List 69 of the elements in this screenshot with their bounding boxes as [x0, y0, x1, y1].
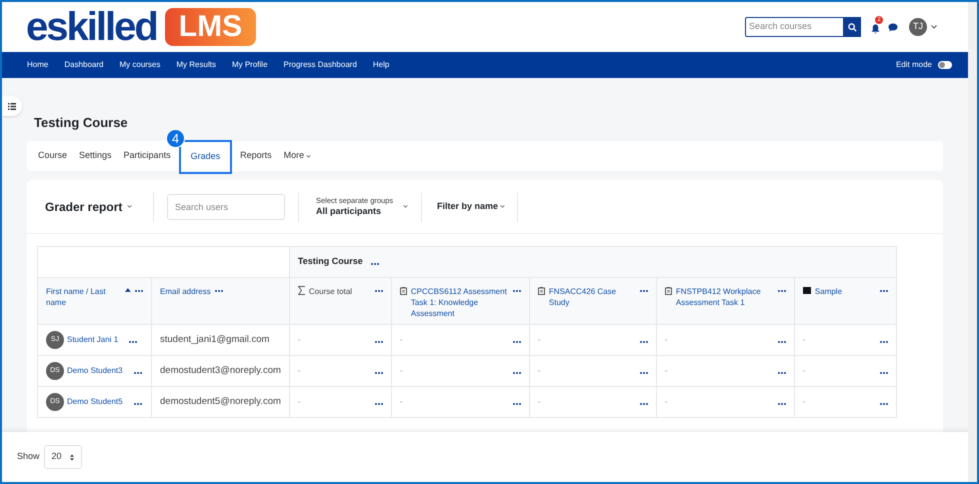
- step-callout: 4: [166, 129, 185, 148]
- course-tab[interactable]: Reports: [236, 141, 276, 171]
- clipboard-icon: [538, 287, 545, 295]
- column-header-link[interactable]: Sample: [814, 286, 876, 297]
- nav-link[interactable]: Dashboard: [64, 59, 104, 71]
- student-name-link[interactable]: Demo Student3: [67, 365, 123, 377]
- column-header-link[interactable]: Email address: [160, 286, 211, 297]
- grade-cell: -: [538, 334, 541, 346]
- list-icon: [8, 102, 16, 110]
- nav-link[interactable]: My Results: [176, 59, 216, 71]
- bell-icon: [871, 24, 880, 34]
- nav-link[interactable]: Progress Dashboard: [284, 59, 357, 71]
- file-icon: [802, 287, 811, 294]
- chat-bubble-icon[interactable]: [888, 22, 898, 32]
- clipboard-icon: [400, 287, 407, 295]
- grade-cell: -: [400, 334, 403, 346]
- grade-cell: -: [802, 334, 806, 346]
- clipboard-icon: [664, 287, 672, 295]
- search-button[interactable]: [844, 17, 861, 37]
- page-size-select[interactable]: 20: [44, 445, 82, 469]
- grade-cell: -: [298, 334, 301, 346]
- course-title: Testing Course: [34, 114, 128, 132]
- grade-cell: -: [802, 396, 806, 408]
- grade-cell: -: [400, 365, 403, 377]
- show-label: Show: [17, 450, 40, 464]
- search-users-field[interactable]: Search users: [167, 194, 285, 220]
- category-header: Testing Course: [298, 255, 363, 268]
- search-icon: [848, 22, 857, 32]
- logo-text: eskilled: [26, 7, 157, 47]
- nav-link[interactable]: My Profile: [232, 59, 268, 71]
- column-header: Course total: [308, 286, 354, 297]
- filter-by-name-button[interactable]: Filter by name: [437, 200, 517, 214]
- grade-cell: -: [298, 365, 301, 377]
- edit-mode-toggle[interactable]: [938, 61, 952, 69]
- sum-icon: [298, 286, 305, 295]
- grade-cell: -: [802, 365, 806, 377]
- student-name-link[interactable]: Demo Student5: [67, 396, 123, 408]
- nav-link[interactable]: Help: [372, 59, 390, 71]
- logo-badge: LMS: [164, 8, 256, 46]
- nav-link[interactable]: Home: [27, 59, 48, 71]
- caret-icon: [403, 205, 408, 208]
- user-avatar: TJ: [909, 18, 927, 36]
- search-field[interactable]: Search courses: [745, 17, 844, 37]
- caret-icon: [931, 25, 937, 29]
- user-menu[interactable]: TJ: [909, 18, 937, 36]
- sort-up-icon: [125, 288, 131, 292]
- grade-cell: -: [298, 396, 301, 408]
- course-tab[interactable]: Course: [34, 141, 72, 171]
- grade-cell: -: [664, 334, 668, 346]
- course-tab[interactable]: More: [280, 141, 316, 171]
- caret-icon: [306, 154, 312, 158]
- caret-icon: [500, 205, 506, 208]
- sort-arrows-icon: [70, 454, 74, 460]
- grade-cell: -: [664, 365, 668, 377]
- student-name-link[interactable]: Student Jani 1: [67, 334, 118, 346]
- email-cell: student_jani1@gmail.com: [160, 334, 270, 345]
- caret-icon: [127, 205, 132, 208]
- scrollbar[interactable]: [968, 2, 977, 482]
- grade-cell: -: [538, 396, 541, 408]
- report-selector[interactable]: Grader report: [45, 198, 153, 216]
- grade-cell: -: [664, 396, 668, 408]
- course-tab[interactable]: Settings: [75, 141, 116, 171]
- drawer-toggle-button[interactable]: [2, 96, 22, 116]
- email-cell: demostudent5@noreply.com: [160, 396, 281, 407]
- grade-cell: -: [538, 365, 541, 377]
- email-cell: demostudent3@noreply.com: [160, 364, 281, 376]
- nav-link[interactable]: My courses: [119, 59, 160, 71]
- grade-cell: -: [400, 396, 403, 408]
- edit-mode-label: Edit mode: [896, 59, 932, 71]
